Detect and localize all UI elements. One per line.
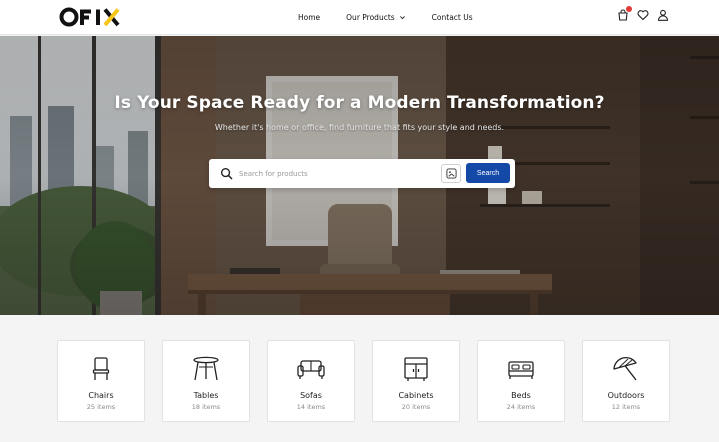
search-input[interactable] — [239, 164, 439, 183]
heart-icon — [637, 10, 648, 21]
hero-title: Is Your Space Ready for a Modern Transfo… — [114, 93, 605, 113]
sofa-icon — [297, 360, 325, 379]
category-name: Outdoors — [607, 391, 645, 400]
category-name: Cabinets — [398, 391, 434, 400]
cabinet-icon — [404, 357, 428, 381]
ofix-logo[interactable] — [58, 4, 138, 30]
site-header: Home Our Products Contact Us — [0, 0, 719, 35]
nav-our-products[interactable]: Our Products — [346, 13, 406, 22]
hero-banner: Is Your Space Ready for a Modern Transfo… — [0, 36, 719, 315]
category-count: 20 items — [401, 403, 431, 411]
category-count: 25 items — [86, 403, 116, 411]
category-card-outdoors[interactable]: Outdoors 12 items — [582, 340, 670, 422]
category-card-cabinets[interactable]: Cabinets 20 items — [372, 340, 460, 422]
category-name: Beds — [511, 391, 531, 400]
nav-our-products-label: Our Products — [346, 13, 395, 22]
cart-button[interactable] — [616, 6, 632, 22]
category-card-tables[interactable]: Tables 18 items — [162, 340, 250, 422]
umbrella-icon — [613, 356, 637, 381]
nav-contact-us[interactable]: Contact Us — [432, 13, 473, 22]
category-card-sofas[interactable]: Sofas 14 items — [267, 340, 355, 422]
category-card-chairs[interactable]: Chairs 25 items — [57, 340, 145, 422]
hero-subtitle: Whether it's home or office, find furnit… — [214, 123, 505, 132]
category-name: Chairs — [88, 391, 114, 400]
nav-contact-us-label: Contact Us — [431, 13, 473, 22]
chevron-down-icon — [399, 16, 405, 20]
nav-home[interactable]: Home — [298, 13, 320, 22]
bed-icon — [508, 361, 534, 379]
search-button[interactable]: Search — [466, 163, 510, 183]
header-actions — [616, 6, 669, 22]
main-nav: Home Our Products Contact Us — [298, 0, 473, 35]
image-search-button[interactable] — [441, 164, 461, 183]
category-count: 24 items — [506, 403, 536, 411]
category-count: 18 items — [191, 403, 221, 411]
category-count: 12 items — [611, 403, 641, 411]
table-icon — [193, 356, 219, 381]
cart-badge — [626, 6, 632, 12]
search-bar: Search — [209, 159, 515, 188]
category-count: 14 items — [296, 403, 326, 411]
image-search-icon — [445, 168, 457, 179]
wishlist-button[interactable] — [636, 8, 649, 22]
search-icon — [220, 167, 233, 180]
account-button[interactable] — [656, 8, 669, 22]
user-icon — [657, 9, 668, 21]
category-list: Chairs 25 items Tables 18 items Sofas 14… — [57, 340, 670, 422]
category-name: Sofas — [300, 391, 322, 400]
nav-home-label: Home — [298, 13, 321, 22]
category-card-beds[interactable]: Beds 24 items — [477, 340, 565, 422]
chair-icon — [92, 357, 110, 380]
category-name: Tables — [193, 391, 219, 400]
